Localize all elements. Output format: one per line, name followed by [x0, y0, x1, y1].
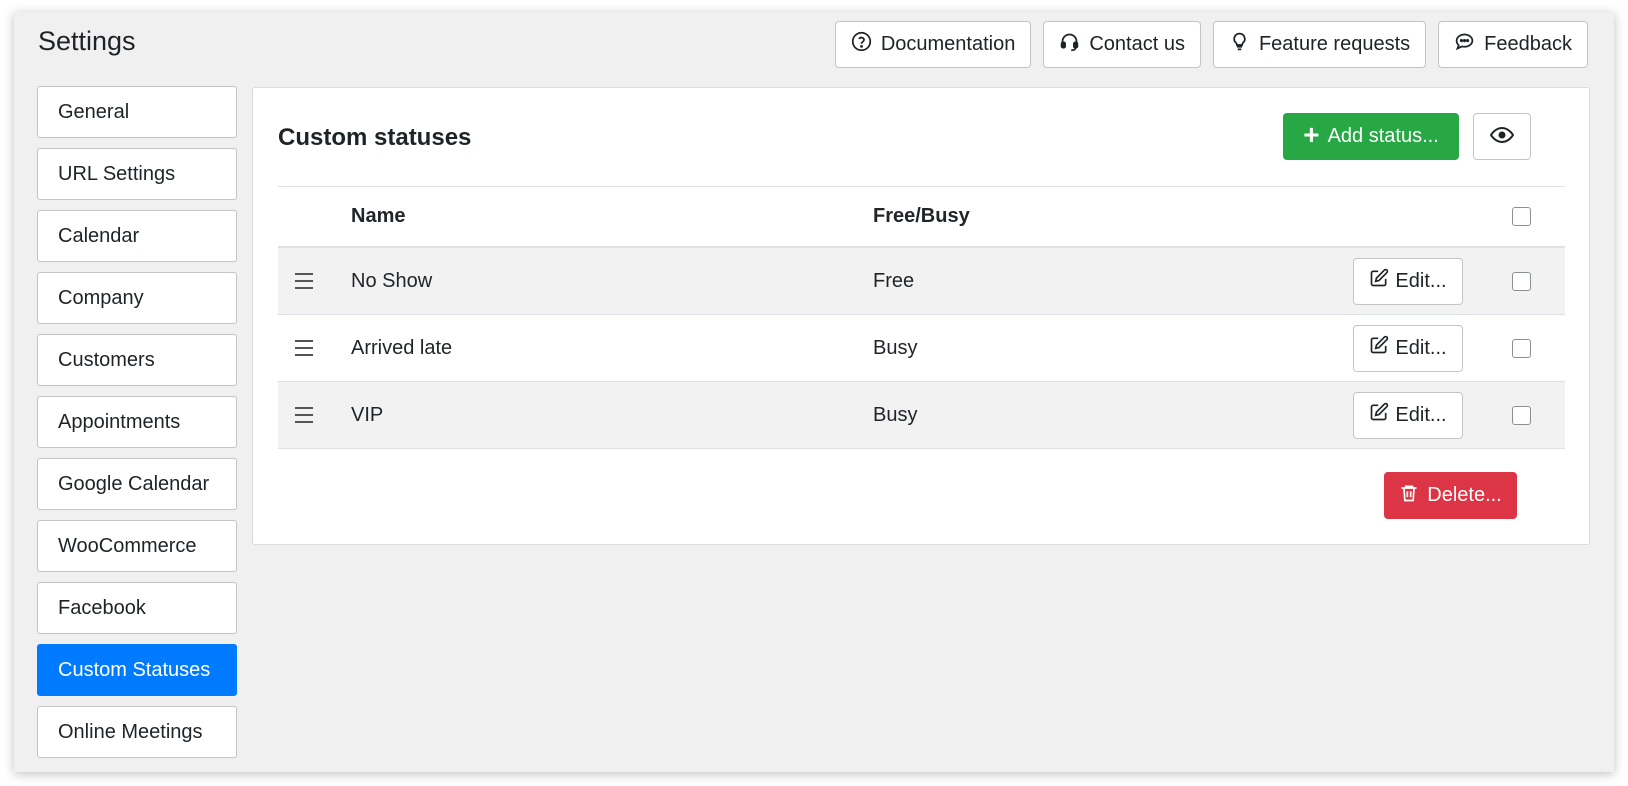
- feedback-label: Feedback: [1484, 33, 1572, 55]
- status-name: VIP: [351, 403, 384, 426]
- delete-label: Delete...: [1427, 484, 1502, 506]
- status-name: No Show: [351, 269, 433, 292]
- edit-button[interactable]: Edit...: [1353, 257, 1463, 305]
- edit-icon: [1369, 402, 1389, 428]
- sidebar-item-woocommerce[interactable]: WooCommerce: [37, 520, 237, 572]
- settings-window: Settings Documentation Contact us Featur…: [14, 12, 1614, 772]
- chat-bubble-icon: [1454, 31, 1475, 58]
- contact-us-label: Contact us: [1089, 33, 1185, 55]
- lightbulb-icon: [1229, 31, 1250, 58]
- documentation-label: Documentation: [880, 33, 1016, 55]
- settings-sidebar: General URL Settings Calendar Company Cu…: [37, 86, 237, 768]
- row-checkbox[interactable]: [1511, 338, 1531, 358]
- page-title: Settings: [38, 26, 136, 56]
- trash-icon: [1399, 483, 1419, 509]
- headset-icon: [1059, 31, 1080, 58]
- status-name: Arrived late: [351, 336, 453, 359]
- sidebar-item-facebook[interactable]: Facebook: [37, 582, 237, 634]
- row-checkbox[interactable]: [1511, 271, 1531, 291]
- top-actions: Documentation Contact us Feature request…: [834, 21, 1588, 68]
- sidebar-item-calendar[interactable]: Calendar: [37, 210, 237, 262]
- header-name: Name: [351, 205, 406, 227]
- add-status-label: Add status...: [1327, 125, 1439, 147]
- sidebar-item-company[interactable]: Company: [37, 272, 237, 324]
- question-circle-icon: [851, 31, 872, 58]
- drag-handle-icon[interactable]: [295, 407, 313, 423]
- eye-icon: [1489, 123, 1515, 150]
- sidebar-item-google-calendar[interactable]: Google Calendar: [37, 458, 237, 510]
- toggle-visibility-button[interactable]: [1473, 113, 1531, 160]
- sidebar-item-custom-statuses[interactable]: Custom Statuses: [37, 644, 237, 696]
- statuses-table: Name Free/Busy No Show Free Edit... Arri…: [278, 186, 1565, 449]
- edit-label: Edit...: [1395, 336, 1447, 359]
- table-row: VIP Busy Edit...: [278, 382, 1565, 449]
- documentation-button[interactable]: Documentation: [834, 21, 1032, 68]
- edit-icon: [1369, 268, 1389, 294]
- edit-icon: [1369, 335, 1389, 361]
- custom-statuses-panel: Custom statuses + Add status... Name Fre…: [252, 87, 1590, 545]
- sidebar-item-url-settings[interactable]: URL Settings: [37, 148, 237, 200]
- drag-handle-icon[interactable]: [295, 340, 313, 356]
- table-row: Arrived late Busy Edit...: [278, 315, 1565, 382]
- status-free-busy: Free: [873, 269, 915, 292]
- sidebar-item-appointments[interactable]: Appointments: [37, 396, 237, 448]
- sidebar-item-general[interactable]: General: [37, 86, 237, 138]
- edit-label: Edit...: [1395, 269, 1447, 292]
- header-free-busy: Free/Busy: [873, 205, 970, 227]
- drag-handle-icon[interactable]: [295, 273, 313, 289]
- add-status-button[interactable]: + Add status...: [1283, 113, 1459, 160]
- table-header: Name Free/Busy: [278, 187, 1565, 248]
- status-free-busy: Busy: [873, 403, 918, 426]
- plus-icon: +: [1303, 119, 1320, 150]
- panel-title: Custom statuses: [278, 124, 472, 151]
- select-all-checkbox[interactable]: [1511, 207, 1531, 226]
- contact-us-button[interactable]: Contact us: [1043, 21, 1201, 68]
- table-row: No Show Free Edit...: [278, 248, 1565, 315]
- feature-requests-label: Feature requests: [1258, 33, 1411, 55]
- delete-button[interactable]: Delete...: [1384, 472, 1517, 519]
- sidebar-item-customers[interactable]: Customers: [37, 334, 237, 386]
- row-checkbox[interactable]: [1511, 405, 1531, 425]
- feature-requests-button[interactable]: Feature requests: [1212, 21, 1427, 68]
- sidebar-item-online-meetings[interactable]: Online Meetings: [37, 706, 237, 758]
- edit-button[interactable]: Edit...: [1353, 324, 1463, 372]
- status-free-busy: Busy: [873, 336, 918, 359]
- edit-button[interactable]: Edit...: [1353, 391, 1463, 439]
- edit-label: Edit...: [1395, 403, 1447, 426]
- feedback-button[interactable]: Feedback: [1438, 21, 1588, 68]
